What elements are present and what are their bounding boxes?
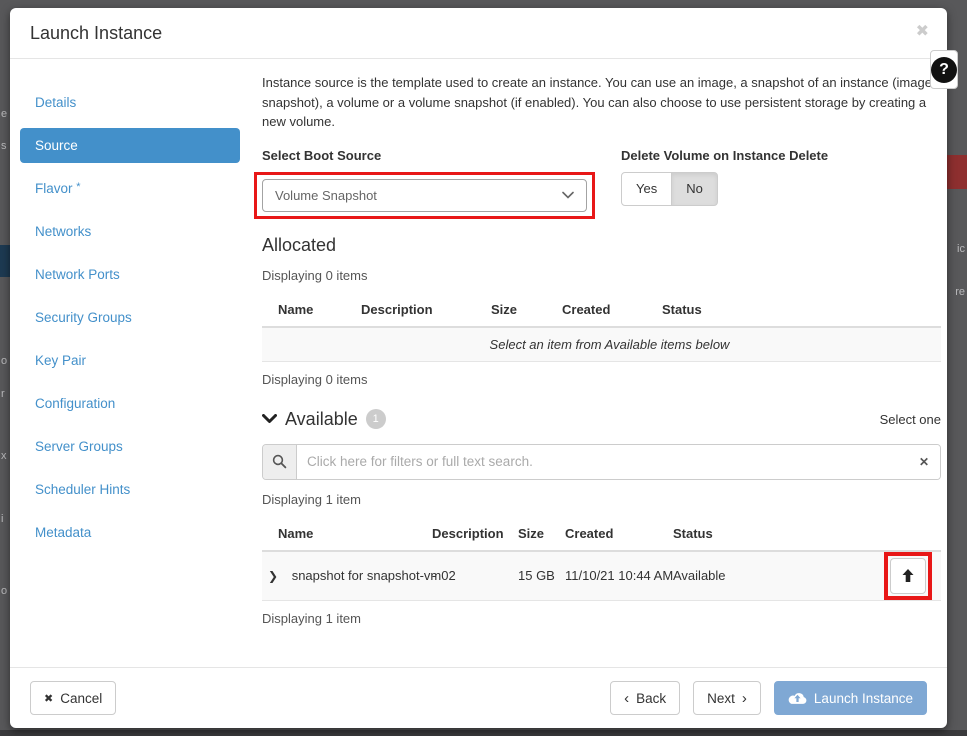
sidebar-item-metadata[interactable]: Metadata bbox=[20, 515, 240, 550]
available-col-size: Size bbox=[502, 517, 549, 551]
cloud-upload-icon bbox=[788, 691, 807, 705]
next-button[interactable]: Next › bbox=[693, 681, 761, 715]
snapshot-status: Available bbox=[657, 551, 882, 601]
annotation-box-allocate-button bbox=[884, 552, 932, 600]
allocated-col-description: Description bbox=[345, 293, 475, 327]
table-row: ❯ snapshot for snapshot-vm02 - 15 GB 11/… bbox=[262, 551, 941, 601]
bg-text-fragment: r bbox=[1, 388, 5, 400]
bg-red-block bbox=[947, 155, 967, 189]
allocated-count-top: Displaying 0 items bbox=[262, 268, 941, 283]
delete-volume-yes-button[interactable]: Yes bbox=[621, 172, 672, 206]
allocated-empty-text: Select an item from Available items belo… bbox=[262, 327, 941, 362]
bg-text-fragment: e bbox=[1, 108, 7, 120]
available-count-top: Displaying 1 item bbox=[262, 492, 941, 507]
wizard-sidebar: Details Source Flavor * Networks Network… bbox=[20, 71, 240, 667]
source-step-content: Instance source is the template used to … bbox=[262, 71, 943, 667]
annotation-box-boot-source: Volume Snapshot bbox=[254, 172, 595, 219]
search-input[interactable] bbox=[297, 445, 908, 479]
step-description: Instance source is the template used to … bbox=[262, 71, 941, 132]
sidebar-item-networks[interactable]: Networks bbox=[20, 214, 240, 249]
modal-title: Launch Instance bbox=[30, 23, 927, 44]
launch-instance-button[interactable]: Launch Instance bbox=[774, 681, 927, 715]
search-icon bbox=[263, 445, 297, 479]
chevron-down-icon bbox=[562, 191, 574, 199]
allocated-col-created: Created bbox=[546, 293, 646, 327]
snapshot-created: 11/10/21 10:44 AM bbox=[549, 551, 657, 601]
up-arrow-icon bbox=[901, 568, 915, 583]
close-icon[interactable]: ✖ bbox=[916, 24, 929, 40]
sidebar-item-flavor[interactable]: Flavor * bbox=[20, 171, 240, 206]
bg-navy-block bbox=[0, 245, 10, 277]
bg-text-fragment: s bbox=[1, 140, 7, 152]
bg-text-fragment: o bbox=[1, 355, 7, 367]
sidebar-item-server-groups[interactable]: Server Groups bbox=[20, 429, 240, 464]
modal-header: Launch Instance ✖ bbox=[10, 8, 947, 59]
allocated-table: Name Description Size Created Status Sel… bbox=[262, 293, 941, 362]
boot-source-select[interactable]: Volume Snapshot bbox=[262, 179, 587, 212]
snapshot-size: 15 GB bbox=[502, 551, 549, 601]
available-table: Name Description Size Created Status ❯ s… bbox=[262, 517, 941, 602]
allocated-col-name: Name bbox=[262, 293, 345, 327]
chevron-right-icon: › bbox=[742, 691, 747, 706]
delete-volume-no-button[interactable]: No bbox=[671, 172, 718, 206]
bg-text-fragment: x bbox=[1, 450, 7, 462]
allocated-empty-row: Select an item from Available items belo… bbox=[262, 327, 941, 362]
available-count-bottom: Displaying 1 item bbox=[262, 611, 941, 626]
row-expander-icon[interactable]: ❯ bbox=[268, 569, 278, 583]
available-count-badge: 1 bbox=[366, 409, 386, 429]
sidebar-item-scheduler-hints[interactable]: Scheduler Hints bbox=[20, 472, 240, 507]
required-star: * bbox=[76, 181, 80, 193]
available-col-created: Created bbox=[549, 517, 657, 551]
bg-text-fragment: ic bbox=[957, 243, 965, 255]
allocated-count-bottom: Displaying 0 items bbox=[262, 372, 941, 387]
bg-text-fragment: re bbox=[955, 286, 965, 298]
delete-volume-toggle: Yes No bbox=[621, 172, 828, 206]
sidebar-item-security-groups[interactable]: Security Groups bbox=[20, 300, 240, 335]
help-button[interactable]: ? bbox=[930, 50, 958, 89]
search-clear-icon[interactable]: ✕ bbox=[908, 445, 940, 479]
allocate-up-arrow-button[interactable] bbox=[890, 558, 926, 594]
available-col-description: Description bbox=[416, 517, 502, 551]
available-col-name: Name bbox=[262, 517, 416, 551]
back-button[interactable]: ‹ Back bbox=[610, 681, 680, 715]
boot-source-label: Select Boot Source bbox=[262, 148, 621, 163]
sidebar-item-configuration[interactable]: Configuration bbox=[20, 386, 240, 421]
cancel-button[interactable]: ✖ Cancel bbox=[30, 681, 116, 715]
sidebar-item-network-ports[interactable]: Network Ports bbox=[20, 257, 240, 292]
select-one-hint: Select one bbox=[880, 412, 941, 427]
sidebar-item-source[interactable]: Source bbox=[20, 128, 240, 163]
allocated-col-size: Size bbox=[475, 293, 546, 327]
search-bar: ✕ bbox=[262, 444, 941, 480]
launch-instance-modal: Launch Instance ✖ Details Source Flavor … bbox=[10, 8, 947, 728]
sidebar-item-key-pair[interactable]: Key Pair bbox=[20, 343, 240, 378]
chevron-left-icon: ‹ bbox=[624, 691, 629, 706]
bg-text-fragment: o bbox=[1, 585, 7, 597]
cancel-x-icon: ✖ bbox=[44, 692, 53, 705]
available-heading: Available bbox=[285, 409, 358, 430]
sidebar-item-details[interactable]: Details bbox=[20, 85, 240, 120]
bg-text-fragment: i bbox=[1, 513, 3, 525]
allocated-col-status: Status bbox=[646, 293, 941, 327]
modal-footer: ✖ Cancel ‹ Back Next › Launch Instance bbox=[10, 667, 947, 728]
help-icon: ? bbox=[931, 57, 957, 83]
bg-bottom-band bbox=[0, 730, 967, 736]
collapse-chevron-icon[interactable] bbox=[262, 414, 277, 424]
available-col-status: Status bbox=[657, 517, 882, 551]
boot-source-value: Volume Snapshot bbox=[275, 188, 377, 203]
allocated-heading: Allocated bbox=[262, 235, 941, 256]
delete-volume-label: Delete Volume on Instance Delete bbox=[621, 148, 828, 163]
